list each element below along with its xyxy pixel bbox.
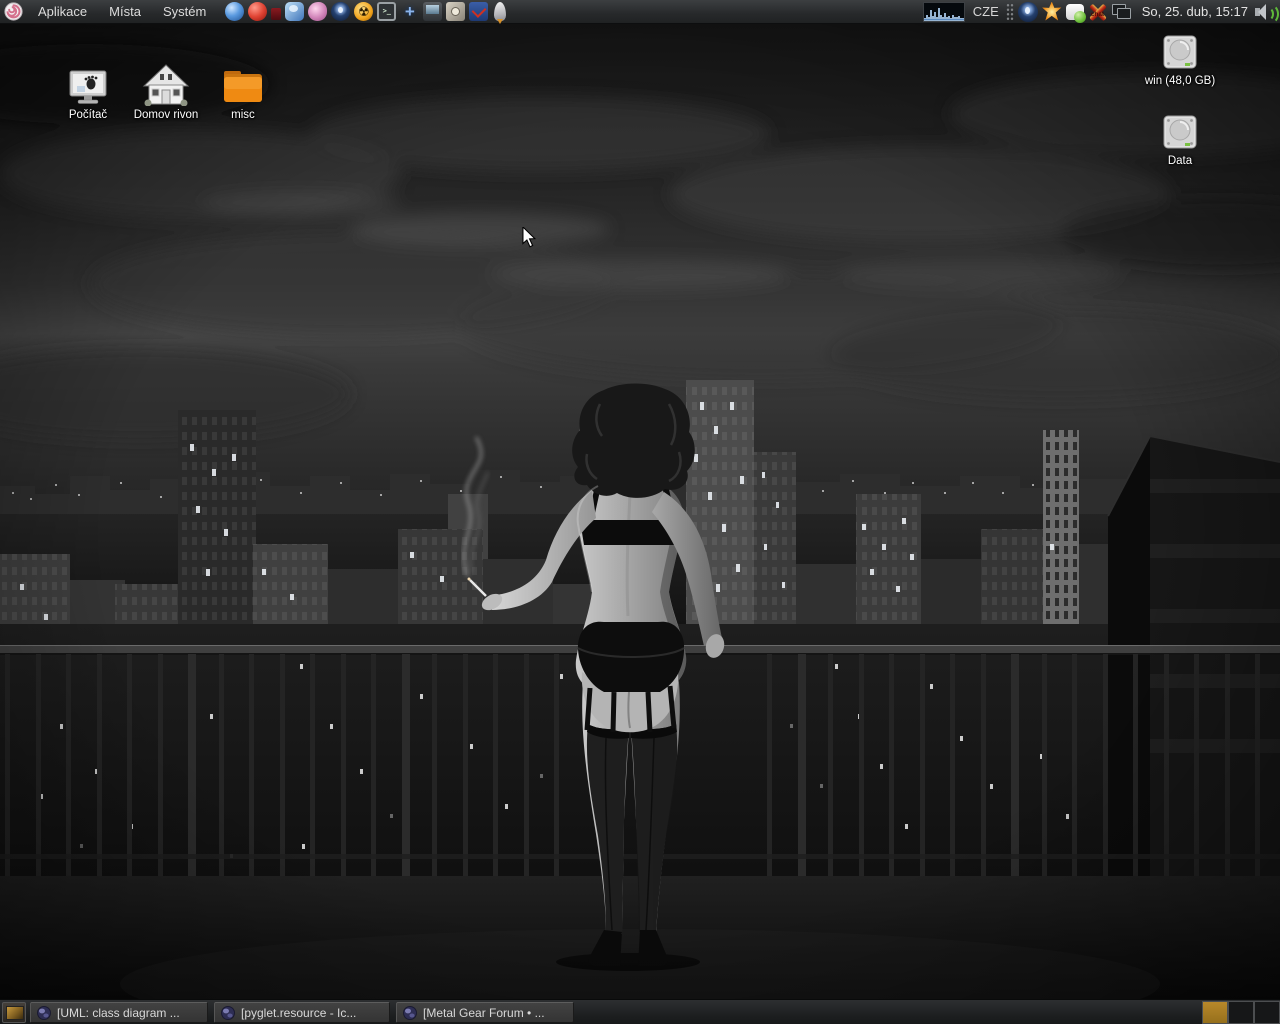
tray-xchat-label: chat: [1091, 11, 1104, 18]
keyboard-layout-indicator[interactable]: CZE: [965, 4, 1004, 19]
launcher-mini-red-icon[interactable]: [271, 8, 281, 20]
launcher-pidgin-icon[interactable]: [308, 2, 327, 21]
clock[interactable]: So, 25. dub, 15:17: [1134, 4, 1254, 19]
home-icon: [142, 64, 190, 106]
browser-window-icon: [221, 1006, 235, 1020]
desktop-icon-label: Data: [1138, 155, 1222, 167]
desktop-icon-win-drive[interactable]: win (48,0 GB): [1138, 34, 1222, 87]
workspace-3[interactable]: [1254, 1001, 1280, 1024]
computer-icon: [66, 70, 110, 106]
tray-chat-bubble-icon[interactable]: [1066, 4, 1084, 20]
browser-window-icon: [403, 1006, 417, 1020]
mouse-cursor: [521, 227, 537, 254]
hard-drive-icon: [1159, 34, 1201, 72]
browser-window-icon: [37, 1006, 51, 1020]
desktop-icon-label: misc: [201, 109, 285, 121]
tray-displays-icon[interactable]: [1112, 2, 1132, 22]
wallpaper: [0, 24, 1280, 999]
desktop-icon-computer[interactable]: Počítač: [46, 70, 130, 121]
launcher-rocket-icon[interactable]: [494, 2, 506, 21]
launcher-radiation-icon[interactable]: ☢: [354, 2, 373, 21]
show-desktop-button[interactable]: [2, 1002, 26, 1023]
launcher-web-browser-icon[interactable]: [225, 2, 244, 21]
desktop-icon-data-drive[interactable]: Data: [1138, 114, 1222, 167]
tray-lamp-icon[interactable]: [1018, 2, 1038, 22]
launcher-blue-cross-icon[interactable]: +: [400, 2, 419, 21]
distro-menu-logo-icon[interactable]: [4, 2, 23, 21]
workspace-1[interactable]: [1202, 1001, 1228, 1024]
system-monitor-graph[interactable]: [923, 2, 965, 22]
screen: Aplikace Místa Systém ☢ >_ +: [0, 0, 1280, 1024]
volume-wave-2: [1262, 4, 1279, 24]
desktop-icon-home[interactable]: Domov rivon: [124, 64, 208, 121]
desktop-icon-label: win (48,0 GB): [1138, 75, 1222, 87]
launcher-dev-icon[interactable]: [469, 2, 488, 21]
volume-icon[interactable]: [1254, 2, 1276, 22]
launcher-messenger-icon[interactable]: [285, 2, 304, 21]
launcher-lamp-icon[interactable]: [331, 2, 350, 21]
top-panel: Aplikace Místa Systém ☢ >_ +: [0, 0, 1280, 24]
taskbar-window-pyglet[interactable]: [pyglet.resource - Ic...: [214, 1002, 390, 1023]
system-tray: CZE chat So, 25. dub, 15:17: [923, 0, 1280, 24]
panel-handle[interactable]: [1006, 3, 1014, 21]
taskbar-window-uml[interactable]: [UML: class diagram ...: [30, 1002, 208, 1023]
launcher-archive-icon[interactable]: [446, 2, 465, 21]
desktop-icon-label: Počítač: [46, 109, 130, 121]
menu-aplikace[interactable]: Aplikace: [27, 0, 98, 24]
launcher-screenshot-icon[interactable]: [423, 2, 442, 21]
menu-system[interactable]: Systém: [152, 0, 217, 24]
desktop-icon-label: Domov rivon: [124, 109, 208, 121]
folder-icon: [221, 68, 265, 106]
menu-mista[interactable]: Místa: [98, 0, 152, 24]
launcher-terminal-icon[interactable]: >_: [377, 2, 396, 21]
tray-xchat-icon[interactable]: chat: [1088, 2, 1108, 22]
taskbar-window-label: [Metal Gear Forum • ...: [423, 1006, 545, 1020]
desktop-icon-misc-folder[interactable]: misc: [201, 68, 285, 121]
taskbar: [UML: class diagram ... [pyglet.resource…: [0, 999, 1280, 1024]
show-desktop-icon: [6, 1006, 24, 1020]
taskbar-window-metal-gear[interactable]: [Metal Gear Forum • ...: [396, 1002, 574, 1023]
taskbar-window-label: [pyglet.resource - Ic...: [241, 1006, 356, 1020]
workspace-switcher: [1202, 1000, 1280, 1024]
launcher-opera-icon[interactable]: [248, 2, 267, 21]
workspace-2[interactable]: [1228, 1001, 1254, 1024]
taskbar-window-label: [UML: class diagram ...: [57, 1006, 180, 1020]
launcher-bar: ☢ >_ +: [223, 2, 510, 21]
hard-drive-icon: [1159, 114, 1201, 152]
tray-update-starburst-icon[interactable]: [1042, 2, 1062, 22]
